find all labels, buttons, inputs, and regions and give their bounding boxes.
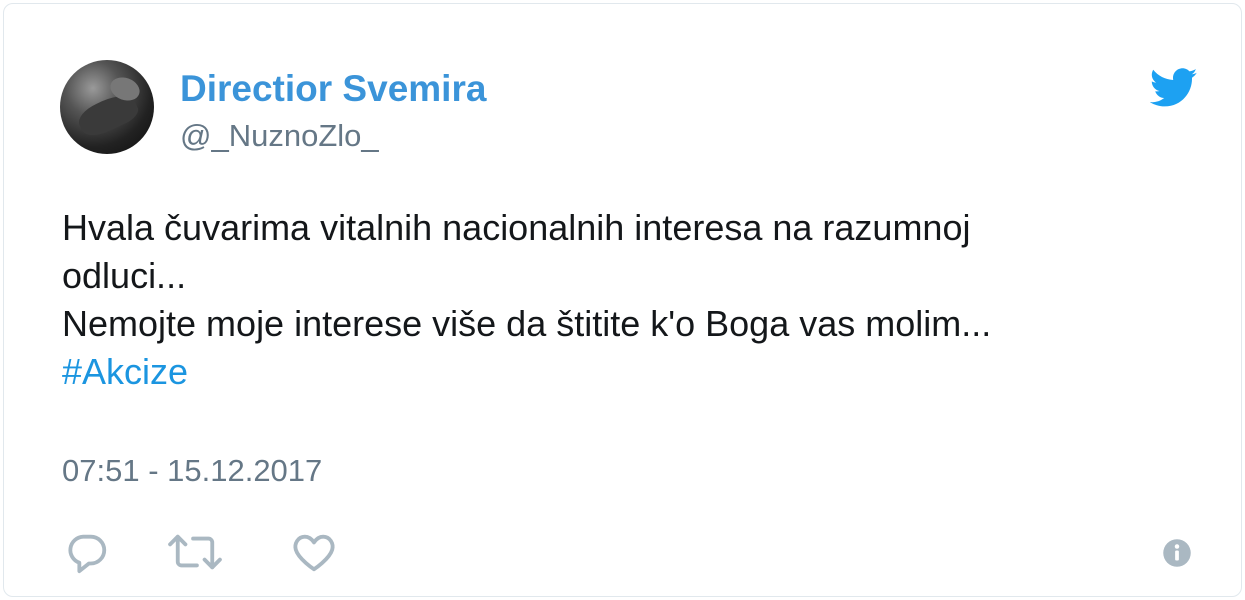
avatar[interactable] bbox=[60, 60, 154, 154]
tweet-card: Directior Svemira @_NuznoZlo_ Hvala čuva… bbox=[3, 3, 1242, 597]
retweet-icon[interactable] bbox=[166, 529, 224, 575]
tweet-text: Hvala čuvarima vitalnih nacionalnih inte… bbox=[62, 204, 1202, 396]
hashtag-link[interactable]: #Akcize bbox=[62, 348, 1202, 396]
tweet-text-line: odluci... bbox=[62, 255, 187, 296]
tweet-text-line: Hvala čuvarima vitalnih nacionalnih inte… bbox=[62, 207, 971, 248]
like-icon[interactable] bbox=[290, 529, 338, 575]
author-name[interactable]: Directior Svemira bbox=[180, 68, 486, 110]
author-handle[interactable]: @_NuznoZlo_ bbox=[180, 118, 379, 154]
tweet-timestamp[interactable]: 07:51 - 15.12.2017 bbox=[62, 453, 322, 489]
twitter-bird-icon[interactable] bbox=[1150, 68, 1198, 108]
tweet-text-line: Nemojte moje interese više da štitite k'… bbox=[62, 303, 992, 344]
info-icon[interactable] bbox=[1162, 538, 1192, 568]
tweet-actions bbox=[4, 524, 1241, 584]
reply-icon[interactable] bbox=[64, 529, 110, 575]
